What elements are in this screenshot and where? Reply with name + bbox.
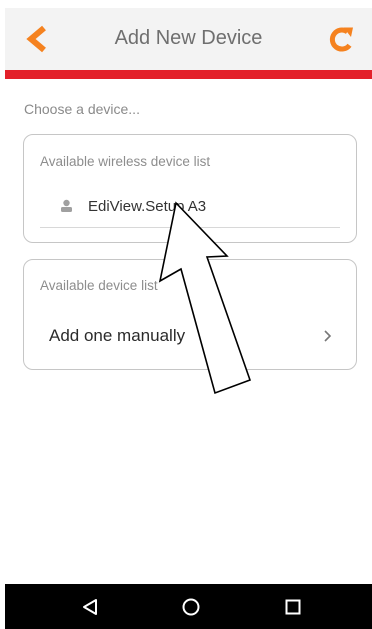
refresh-button[interactable] xyxy=(324,22,358,56)
chevron-right-icon xyxy=(324,330,332,342)
nav-recent-button[interactable] xyxy=(281,595,305,619)
system-nav-bar xyxy=(5,584,372,629)
wireless-device-card: Available wireless device list EdiView.S… xyxy=(23,134,357,243)
header-divider xyxy=(5,70,372,79)
add-manually-label: Add one manually xyxy=(49,326,186,345)
device-icon xyxy=(61,199,72,212)
wireless-list-header: Available wireless device list xyxy=(40,154,211,169)
nav-back-button[interactable] xyxy=(78,595,102,619)
square-recent-icon xyxy=(285,599,301,615)
triangle-back-icon xyxy=(83,599,97,615)
page-title: Add New Device xyxy=(114,27,263,49)
app-header: Add New Device xyxy=(5,8,372,70)
add-device-screen: Add New Device Choose a device... Availa… xyxy=(0,0,372,629)
add-manually-button[interactable]: Add one manually xyxy=(24,316,356,356)
device-name: EdiView.Setup A3 xyxy=(88,198,207,215)
choose-device-label: Choose a device... xyxy=(24,101,140,117)
device-list-item[interactable]: EdiView.Setup A3 xyxy=(40,187,340,228)
device-list-header: Available device list xyxy=(40,278,158,293)
device-list-card: Available device list Add one manually xyxy=(23,259,357,370)
refresh-icon xyxy=(329,27,353,52)
circle-home-icon xyxy=(182,598,200,616)
nav-home-button[interactable] xyxy=(179,595,203,619)
